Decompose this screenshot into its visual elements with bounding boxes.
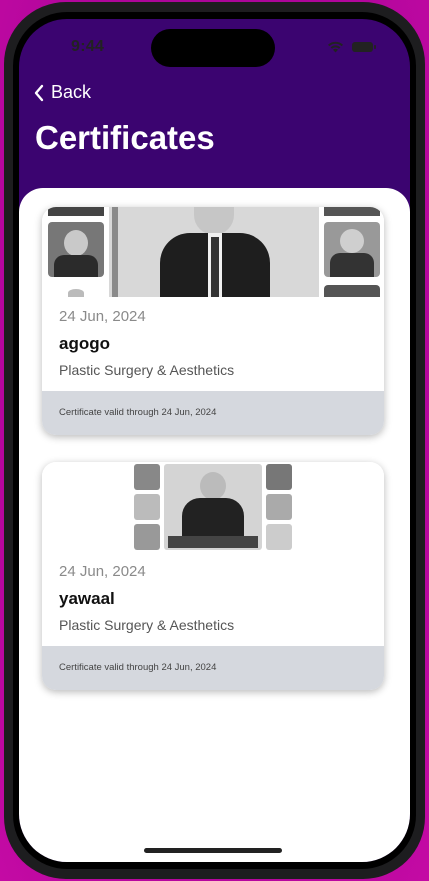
certificate-validity: Certificate valid through 24 Jun, 2024 <box>59 662 217 673</box>
certificate-name: yawaal <box>59 589 115 608</box>
status-time: 9:44 <box>71 38 105 55</box>
app-screen: 9:44 Back Certificates 24 Jun, 2024 agog… <box>19 19 410 862</box>
certificate-validity: Certificate valid through 24 Jun, 2024 <box>59 407 217 418</box>
certificates-list: 24 Jun, 2024 agogo Plastic Surgery & Aes… <box>19 188 410 862</box>
certificate-date: 24 Jun, 2024 <box>59 308 146 325</box>
certificate-date: 24 Jun, 2024 <box>59 563 146 580</box>
back-button[interactable]: Back <box>33 82 91 103</box>
wifi-icon <box>328 41 343 53</box>
certificate-card[interactable]: 24 Jun, 2024 yawaal Plastic Surgery & Ae… <box>42 462 384 690</box>
page-title: Certificates <box>35 119 215 156</box>
certificate-footer: Certificate valid through 24 Jun, 2024 <box>42 646 384 690</box>
certificate-footer: Certificate valid through 24 Jun, 2024 <box>42 391 384 435</box>
status-icons <box>327 41 376 53</box>
back-label: Back <box>51 82 92 102</box>
certificate-thumbnail <box>42 207 384 297</box>
dynamic-island <box>151 29 275 67</box>
certificate-name: agogo <box>59 334 110 353</box>
certificate-card[interactable]: 24 Jun, 2024 agogo Plastic Surgery & Aes… <box>42 207 384 435</box>
certificate-specialty: Plastic Surgery & Aesthetics <box>59 362 235 378</box>
chevron-left-icon <box>34 84 44 101</box>
battery-icon <box>352 42 376 52</box>
certificate-thumbnail <box>42 462 384 552</box>
home-indicator[interactable] <box>144 848 282 853</box>
certificate-specialty: Plastic Surgery & Aesthetics <box>59 617 235 633</box>
